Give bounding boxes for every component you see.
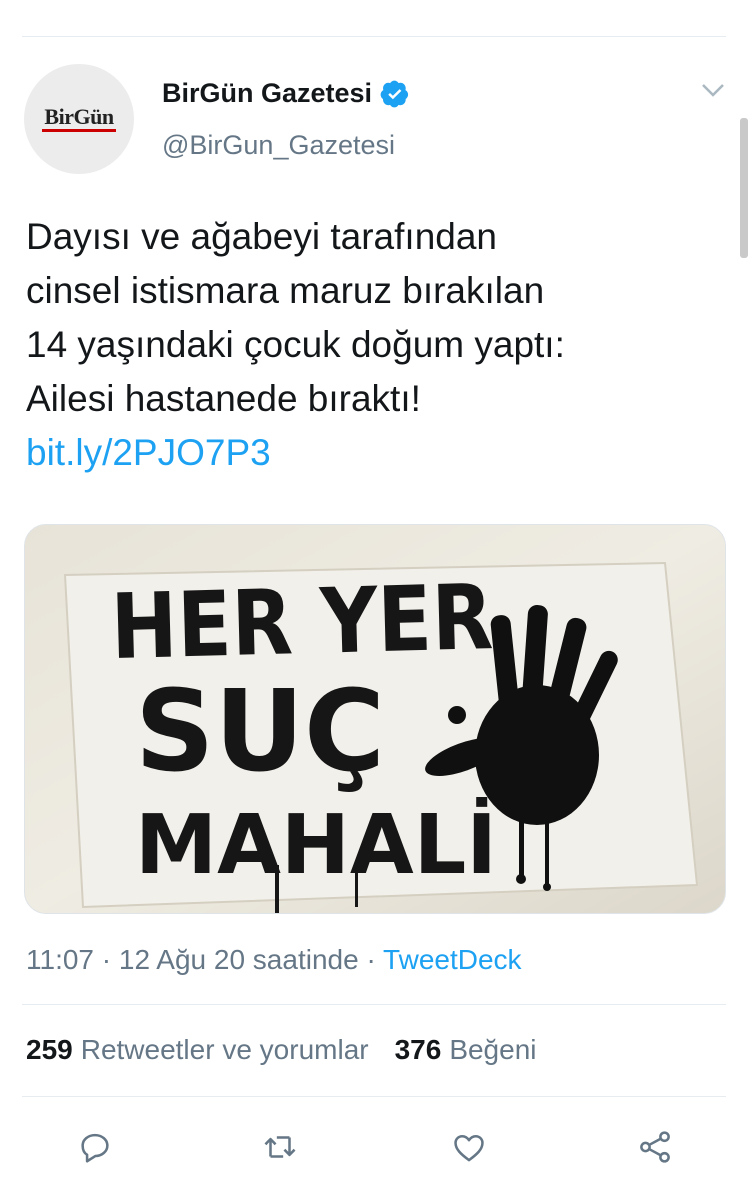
author-name-row[interactable]: BirGün Gazetesi [162,78,410,109]
tweet-line: Dayısı ve ağabeyi tarafından [26,216,498,257]
divider [22,1096,726,1097]
retweet-icon [264,1136,296,1158]
tweet-source[interactable]: TweetDeck [383,944,522,975]
tweet-stats: 259 Retweetler ve yorumlar 376 Beğeni [26,1034,537,1066]
divider [22,1004,726,1005]
tweet-line: Ailesi hastanede bıraktı! [26,378,421,419]
like-icon [454,1134,484,1162]
tweet-time: 11:07 [26,944,94,975]
avatar[interactable]: BirGün [24,64,134,174]
likes-label[interactable]: Beğeni [449,1034,536,1066]
likes-count[interactable]: 376 [395,1034,442,1066]
birgun-logo: BirGün [42,104,116,132]
tweet-meta: 11:07 · 12 Ağu 20 saatinde · TweetDeck [26,944,522,976]
verified-badge-icon [380,80,409,107]
tweet-image[interactable]: HER YER SUÇ MAHALİ [24,524,726,914]
tweet-line: 14 yaşındaki çocuk doğum yaptı: [26,324,565,365]
graffiti-line-3: MAHALİ [135,797,497,893]
share-icon [640,1131,670,1163]
author-name[interactable]: BirGün Gazetesi [162,78,372,109]
retweets-label[interactable]: Retweetler ve yorumlar [81,1034,369,1066]
retweet-button[interactable] [255,1122,305,1172]
top-divider [22,36,726,37]
logo-text: BirGün [44,104,114,129]
tweet-text: Dayısı ve ağabeyi tarafından cinsel isti… [26,210,726,480]
meta-separator: · [101,944,112,975]
tweet-actions [0,1122,748,1174]
graffiti-image: HER YER SUÇ MAHALİ [25,525,725,913]
reply-button[interactable] [70,1122,120,1172]
retweets-count[interactable]: 259 [26,1034,73,1066]
share-button[interactable] [630,1122,680,1172]
chevron-down-icon[interactable] [700,80,726,100]
reply-icon [81,1133,109,1163]
tweet-line: cinsel istismara maruz bırakılan [26,270,545,311]
graffiti-line-2: SUÇ [135,667,385,797]
graffiti-line-1: HER YER [110,565,495,680]
tweet-date: 12 Ağu 20 saatinde [118,944,359,975]
author-handle[interactable]: @BirGun_Gazetesi [162,130,395,161]
tweet-link[interactable]: bit.ly/2PJO7P3 [26,432,271,473]
like-button[interactable] [444,1122,494,1172]
scrollbar[interactable] [740,118,748,258]
meta-separator: · [366,944,376,975]
